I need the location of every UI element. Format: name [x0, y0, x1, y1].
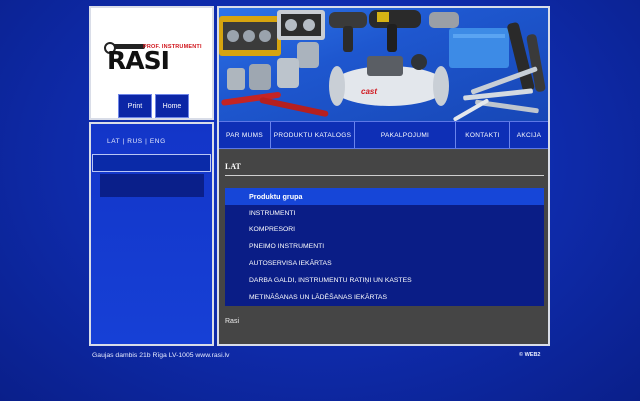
sidebar-box — [100, 174, 204, 197]
logo-panel: PROF. INSTRUMENTI RASI Print Home — [89, 6, 214, 120]
product-group-menu: Produktu grupa INSTRUMENTI KOMPRESORI PN… — [225, 188, 544, 306]
content-footer-text: Rasi — [225, 318, 240, 325]
main-column: cast PAR MUMS PRODUKTU KATALOGS PAKALPOJ… — [217, 6, 550, 346]
socket-icon — [297, 42, 319, 68]
left-column: PROF. INSTRUMENTI RASI Print Home LAT | … — [89, 6, 214, 346]
menu-header: Produktu grupa — [225, 188, 544, 205]
nav-item-pakalpojumi[interactable]: PAKALPOJUMI — [355, 122, 456, 148]
nav-item-kontakti[interactable]: KONTAKTI — [456, 122, 510, 148]
home-button[interactable]: Home — [155, 94, 189, 118]
menu-item-instrumenti[interactable]: INSTRUMENTI — [225, 205, 544, 222]
menu-item-autoservisa-iekartas[interactable]: AUTOSERVISA IEKĀRTAS — [225, 255, 544, 272]
menu-item-darba-galdi[interactable]: DARBA GALDI, INSTRUMENTU RATIŅI UN KASTE… — [225, 272, 544, 289]
divider — [225, 175, 544, 176]
menu-item-pneimo-instrumenti[interactable]: PNEIMO INSTRUMENTI — [225, 238, 544, 255]
menu-item-metinasanas[interactable]: METINĀŠANAS UN LĀDĒŠANAS IEKĀRTAS — [225, 289, 544, 306]
copyright-link[interactable]: © WEB2 — [519, 352, 540, 358]
nav-item-produktu-katalogs[interactable]: PRODUKTU KATALOGS — [271, 122, 355, 148]
compressor-brand: cast — [361, 87, 377, 96]
print-button[interactable]: Print — [118, 94, 152, 118]
logo[interactable]: RASI — [107, 48, 170, 74]
menu-item-kompresori[interactable]: KOMPRESORI — [225, 222, 544, 239]
impact-wrench-icon — [329, 12, 367, 28]
tools-illustration: cast — [219, 10, 546, 121]
page-title: LAT — [225, 162, 241, 171]
sidebar-panel: LAT | RUS | ENG — [89, 122, 214, 346]
nav-item-akcija[interactable]: AKCIJA — [510, 122, 548, 148]
content-area: LAT Produktu grupa INSTRUMENTI KOMPRESOR… — [219, 150, 548, 344]
banner-image: cast — [219, 8, 548, 121]
language-switcher[interactable]: LAT | RUS | ENG — [107, 138, 166, 145]
main-nav: PAR MUMS PRODUKTU KATALOGS PAKALPOJUMI K… — [219, 121, 548, 149]
search-input[interactable] — [92, 154, 211, 172]
address-text: Gaujas dambis 21b Rīga LV-1005 www.rasi.… — [92, 352, 230, 359]
nav-item-par-mums[interactable]: PAR MUMS — [219, 122, 271, 148]
